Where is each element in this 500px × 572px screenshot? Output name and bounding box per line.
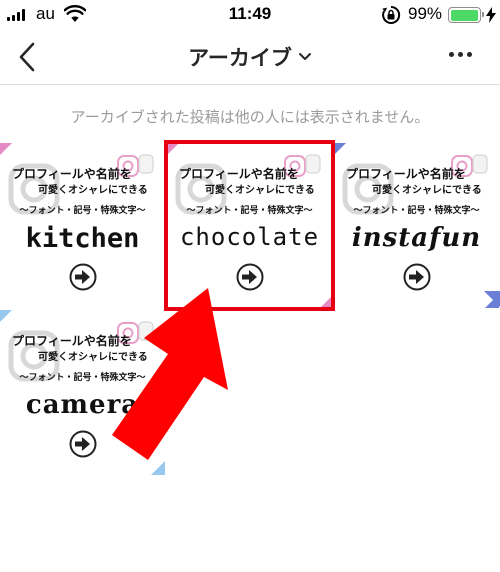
corner-ribbon [0, 310, 12, 322]
corner-ribbon [320, 296, 332, 308]
charging-bolt-icon [486, 7, 496, 23]
post-caption-line2: 可愛くオシャレにできる [38, 185, 148, 196]
post-caption-line1: プロフィールや名前を [179, 167, 299, 181]
archived-post-kitchen[interactable]: プロフィールや名前を 可愛くオシャレにできる 〜フォント・記号・特殊文字〜 ki… [0, 143, 165, 308]
corner-ribbon [484, 291, 500, 307]
arrow-right-icon [69, 430, 97, 458]
post-caption-line1: プロフィールや名前を [12, 167, 132, 181]
battery-icon [448, 7, 484, 23]
chevron-down-icon [298, 53, 311, 60]
archived-post-instafun[interactable]: プロフィールや名前を 可愛くオシャレにできる 〜フォント・記号・特殊文字〜 in… [334, 143, 499, 308]
more-dots-icon[interactable] [449, 49, 475, 59]
rotation-lock-icon [382, 5, 401, 24]
post-caption-line3: 〜フォント・記号・特殊文字〜 [19, 206, 146, 216]
arrow-right-icon [69, 263, 97, 291]
post-sample-word: kitchen [25, 223, 140, 254]
post-sample-word: chocolate [179, 223, 320, 251]
post-caption-line2: 可愛くオシャレにできる [205, 185, 315, 196]
annotation-arrow-icon [112, 288, 228, 460]
corner-ribbon [167, 143, 179, 155]
post-sample-word: instafun [351, 223, 482, 253]
arrow-right-icon [236, 263, 264, 291]
arrow-right-icon [403, 263, 431, 291]
post-caption-line3: 〜フォント・記号・特殊文字〜 [186, 206, 313, 216]
battery-percent: 99% [408, 4, 443, 23]
post-caption-line2: 可愛くオシャレにできる [372, 185, 482, 196]
corner-ribbon [0, 143, 12, 155]
corner-ribbon [334, 143, 346, 155]
archived-post-chocolate[interactable]: プロフィールや名前を 可愛くオシャレにできる 〜フォント・記号・特殊文字〜 ch… [167, 143, 332, 308]
status-bar: au 11:49 99% [0, 0, 500, 30]
archive-notice: アーカイブされた投稿は他の人には表示されません。 [70, 108, 430, 126]
navigation-header: アーカイブ [0, 30, 500, 85]
post-caption-line3: 〜フォント・記号・特殊文字〜 [353, 206, 480, 216]
archive-type-selector[interactable]: アーカイブ [0, 42, 500, 72]
page-title: アーカイブ [188, 46, 292, 70]
post-caption-line1: プロフィールや名前を [346, 167, 466, 181]
